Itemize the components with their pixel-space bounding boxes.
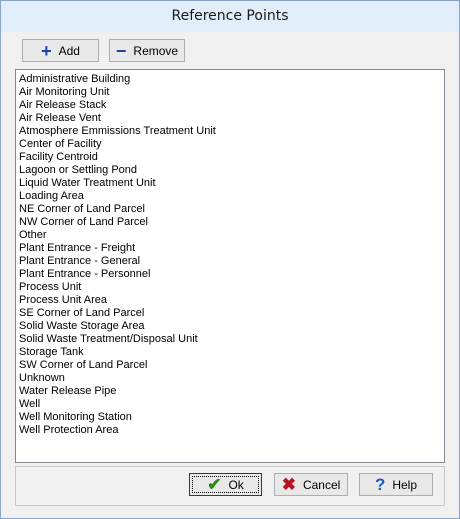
- ok-button-label: Ok: [228, 477, 244, 492]
- list-item[interactable]: Well Protection Area: [19, 424, 444, 437]
- list-item[interactable]: NW Corner of Land Parcel: [19, 216, 444, 229]
- help-button-label: Help: [392, 477, 418, 492]
- plus-icon: +: [41, 40, 52, 61]
- list-item[interactable]: Well Monitoring Station: [19, 411, 444, 424]
- cancel-button[interactable]: ✖ Cancel: [274, 473, 348, 496]
- list-item[interactable]: Air Release Vent: [19, 112, 444, 125]
- remove-button-label: Remove: [133, 43, 179, 58]
- list-item[interactable]: Plant Entrance - Freight: [19, 242, 444, 255]
- list-item[interactable]: Loading Area: [19, 190, 444, 203]
- add-button-label: Add: [58, 43, 80, 58]
- list-item[interactable]: Process Unit: [19, 281, 444, 294]
- list-item[interactable]: NE Corner of Land Parcel: [19, 203, 444, 216]
- list-item[interactable]: Solid Waste Storage Area: [19, 320, 444, 333]
- reference-points-list[interactable]: Administrative Building Air Monitoring Un…: [15, 69, 445, 463]
- window-title: Reference Points: [171, 8, 289, 24]
- title-bar[interactable]: Reference Points: [1, 1, 459, 32]
- list-item[interactable]: Lagoon or Settling Pond: [19, 164, 444, 177]
- list-item[interactable]: Other: [19, 229, 444, 242]
- reference-points-dialog: Reference Points + Add − Remove Administ…: [0, 0, 460, 519]
- minus-icon: −: [115, 40, 127, 61]
- list-item[interactable]: Solid Waste Treatment/Disposal Unit: [19, 333, 444, 346]
- question-mark-icon: ?: [374, 475, 386, 494]
- list-item[interactable]: Air Monitoring Unit: [19, 86, 444, 99]
- list-item[interactable]: Air Release Stack: [19, 99, 444, 112]
- x-icon: ✖: [281, 475, 296, 494]
- list-item[interactable]: SW Corner of Land Parcel: [19, 359, 444, 372]
- list-items: Administrative Building Air Monitoring Un…: [16, 70, 444, 437]
- ok-button[interactable]: ✔ Ok: [189, 473, 262, 496]
- list-item[interactable]: SE Corner of Land Parcel: [19, 307, 444, 320]
- list-item[interactable]: Storage Tank: [19, 346, 444, 359]
- checkmark-icon: ✔: [207, 475, 222, 494]
- add-button[interactable]: + Add: [22, 39, 99, 62]
- cancel-button-label: Cancel: [302, 477, 341, 492]
- list-item[interactable]: Facility Centroid: [19, 151, 444, 164]
- help-button[interactable]: ? Help: [359, 473, 433, 496]
- list-item[interactable]: Plant Entrance - Personnel: [19, 268, 444, 281]
- list-item[interactable]: Well: [19, 398, 444, 411]
- remove-button[interactable]: − Remove: [109, 39, 185, 62]
- list-item[interactable]: Atmosphere Emmissions Treatment Unit: [19, 125, 444, 138]
- list-item[interactable]: Unknown: [19, 372, 444, 385]
- list-item[interactable]: Center of Facility: [19, 138, 444, 151]
- list-item[interactable]: Liquid Water Treatment Unit: [19, 177, 444, 190]
- list-item[interactable]: Water Release Pipe: [19, 385, 444, 398]
- list-item[interactable]: Process Unit Area: [19, 294, 444, 307]
- list-item[interactable]: Plant Entrance - General: [19, 255, 444, 268]
- list-item[interactable]: Administrative Building: [19, 73, 444, 86]
